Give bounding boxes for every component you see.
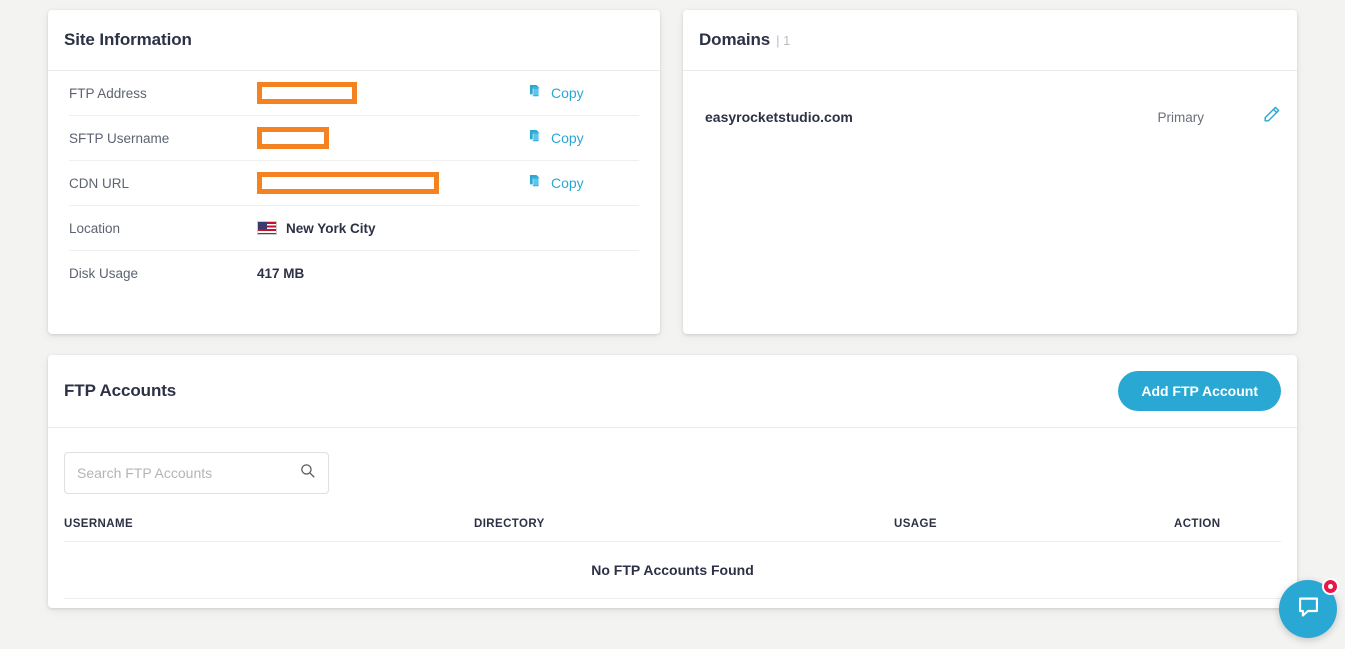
us-flag-icon [257, 221, 277, 235]
copy-button-ftp-address[interactable]: Copy [529, 84, 639, 102]
copy-button-cdn-url[interactable]: Copy [529, 174, 639, 192]
copy-label-cdn-url: Copy [551, 175, 584, 191]
domains-card: Domains | 1 easyrocketstudio.com Primary [683, 10, 1297, 334]
redaction-box-ftp-address [257, 82, 357, 104]
site-information-body: FTP Address Copy SFTP Username Copy CDN … [48, 71, 660, 296]
copy-button-sftp-username[interactable]: Copy [529, 129, 639, 147]
redaction-box-cdn-url [257, 172, 439, 194]
search-icon[interactable] [299, 462, 316, 484]
info-label-ftp-address: FTP Address [69, 85, 147, 101]
column-header-usage: USAGE [894, 518, 1174, 542]
chat-bubble-icon [1295, 593, 1322, 625]
copy-icon [529, 129, 544, 147]
column-header-action: ACTION [1174, 518, 1281, 542]
redaction-box-sftp-username [257, 127, 329, 149]
info-value-disk-usage: 417 MB [257, 266, 305, 281]
domains-title: Domains [699, 30, 771, 49]
search-ftp-accounts-wrapper[interactable] [64, 452, 329, 494]
info-row-disk-usage: Disk Usage 417 MB [69, 251, 639, 296]
pencil-edit-icon[interactable] [1262, 105, 1281, 129]
site-information-header: Site Information [48, 10, 660, 71]
copy-icon [529, 174, 544, 192]
info-row-ftp-address: FTP Address Copy [69, 71, 639, 116]
search-input[interactable] [77, 465, 299, 481]
domain-row: easyrocketstudio.com Primary [683, 89, 1297, 145]
table-empty-row: No FTP Accounts Found [64, 541, 1281, 599]
domains-header: Domains | 1 [683, 10, 1297, 71]
ftp-accounts-card: FTP Accounts Add FTP Account USERNAME DI… [48, 355, 1297, 608]
info-value-location: New York City [257, 221, 529, 236]
page-root: Site Information FTP Address Copy SFTP U… [0, 0, 1345, 649]
chat-widget-button[interactable] [1279, 578, 1339, 638]
info-value-ftp-address [257, 82, 529, 104]
info-label-disk-usage: Disk Usage [69, 266, 139, 281]
info-value-cdn-url [257, 172, 529, 194]
domains-count: | 1 [776, 32, 791, 48]
location-text: New York City [286, 220, 376, 236]
domain-name: easyrocketstudio.com [705, 109, 853, 125]
column-header-directory: DIRECTORY [474, 518, 894, 542]
page-title: Site Information [64, 30, 192, 49]
ftp-accounts-header: FTP Accounts Add FTP Account [48, 355, 1297, 428]
info-row-location: Location New York City [69, 206, 639, 251]
info-value-sftp-username [257, 127, 529, 149]
info-row-cdn-url: CDN URL Copy [69, 161, 639, 206]
info-label-cdn-url: CDN URL [69, 175, 130, 191]
site-information-card: Site Information FTP Address Copy SFTP U… [48, 10, 660, 334]
column-header-username: USERNAME [64, 518, 474, 542]
add-ftp-account-button[interactable]: Add FTP Account [1118, 371, 1281, 411]
info-row-sftp-username: SFTP Username Copy [69, 116, 639, 161]
ftp-accounts-table: USERNAME DIRECTORY USAGE ACTION No FTP A… [64, 518, 1281, 599]
copy-label-sftp-username: Copy [551, 130, 584, 146]
copy-label-ftp-address: Copy [551, 85, 584, 101]
info-label-location: Location [69, 220, 121, 236]
chat-notification-badge [1322, 578, 1339, 595]
domain-status-badge: Primary [1157, 109, 1205, 125]
ftp-accounts-title: FTP Accounts [64, 381, 177, 400]
info-label-sftp-username: SFTP Username [69, 130, 170, 146]
table-header-row: USERNAME DIRECTORY USAGE ACTION [64, 518, 1281, 542]
empty-state-message: No FTP Accounts Found [64, 541, 1281, 599]
copy-icon [529, 84, 544, 102]
